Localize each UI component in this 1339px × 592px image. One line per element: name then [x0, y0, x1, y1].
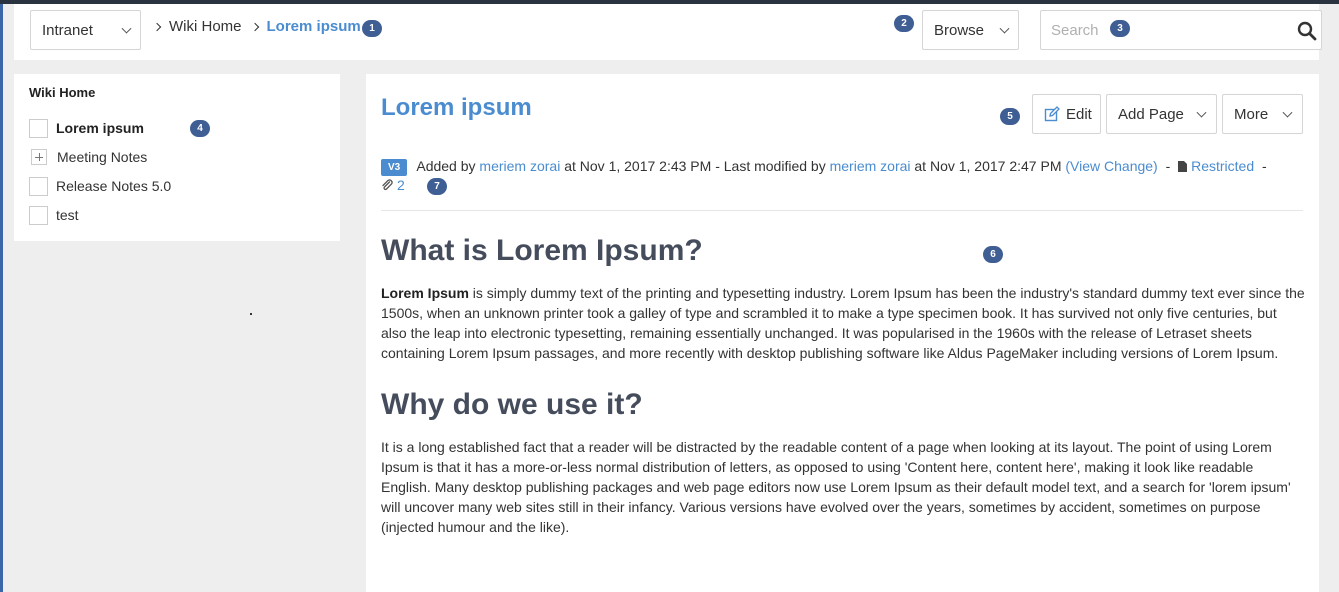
- annotation-badge-4: 4: [190, 120, 210, 137]
- annotation-badge-1: 1: [362, 20, 382, 37]
- tree-node-icon: [29, 118, 48, 138]
- expand-plus-icon[interactable]: [31, 149, 47, 165]
- annotation-badge-7: 7: [427, 178, 447, 195]
- edit-button-label: Edit: [1066, 105, 1092, 123]
- restricted-link[interactable]: Restricted: [1191, 158, 1254, 174]
- stray-dot: [250, 313, 252, 315]
- bold-lead-text: Lorem Ipsum: [381, 285, 469, 301]
- annotation-badge-5: 5: [1000, 108, 1020, 125]
- add-page-button-label: Add Page: [1118, 105, 1184, 123]
- breadcrumb: Wiki Home Lorem ipsum: [152, 18, 361, 35]
- chevron-down-icon: [1282, 107, 1293, 118]
- breadcrumb-current-page[interactable]: Lorem ipsum: [267, 18, 361, 35]
- search-input[interactable]: [1041, 11, 1271, 49]
- space-select-value: Intranet: [42, 21, 93, 39]
- sidebar-item-label: test: [56, 207, 79, 223]
- more-button[interactable]: More: [1222, 94, 1303, 134]
- space-select[interactable]: Intranet: [30, 10, 141, 50]
- modifier-link[interactable]: meriem zorai: [830, 158, 911, 174]
- attachments-count: 2: [397, 177, 405, 193]
- added-by-text: Added by: [416, 158, 476, 174]
- section-heading: What is Lorem Ipsum?: [381, 234, 703, 267]
- meta-separator: -: [1262, 158, 1267, 174]
- browse-select-label: Browse: [934, 21, 985, 39]
- tree-node-icon: [29, 176, 48, 196]
- sidebar-item-lorem-ipsum[interactable]: Lorem ipsum: [29, 118, 144, 138]
- view-change-link[interactable]: (View Change): [1065, 158, 1157, 174]
- header-toolbar: Intranet Wiki Home Lorem ipsum 1 2 Brows…: [14, 4, 1322, 60]
- sidebar-item-label: Lorem ipsum: [56, 120, 144, 136]
- chevron-down-icon: [999, 23, 1010, 34]
- section-paragraph: It is a long established fact that a rea…: [381, 437, 1306, 537]
- sidebar-item-label: Release Notes 5.0: [56, 178, 172, 194]
- add-page-button[interactable]: Add Page: [1106, 94, 1217, 134]
- document-icon: [1178, 161, 1188, 172]
- sidebar-item-test[interactable]: test: [29, 205, 79, 225]
- paperclip-icon: [382, 179, 393, 191]
- main-content: Lorem ipsum 5 Edit Add Page More V3 Adde…: [366, 74, 1319, 592]
- sidebar-item-release-notes[interactable]: Release Notes 5.0: [29, 176, 171, 196]
- chevron-down-icon: [121, 23, 132, 34]
- chevron-down-icon: [1196, 107, 1207, 118]
- annotation-badge-6: 6: [983, 246, 1003, 263]
- search-icon[interactable]: [1297, 21, 1317, 41]
- version-badge[interactable]: V3: [381, 159, 408, 176]
- added-at-text: at Nov 1, 2017 2:43 PM - Last modified b…: [564, 158, 826, 174]
- search-box: [1040, 10, 1322, 50]
- section-heading: Why do we use it?: [381, 388, 643, 421]
- edit-button[interactable]: Edit: [1032, 94, 1101, 134]
- meta-separator: -: [1165, 158, 1171, 174]
- sidebar-title[interactable]: Wiki Home: [29, 85, 95, 100]
- attachments-link[interactable]: 2: [381, 177, 405, 193]
- browse-select[interactable]: Browse: [922, 10, 1019, 50]
- sidebar-item-label: Meeting Notes: [57, 149, 148, 165]
- paragraph-text: It is a long established fact that a rea…: [381, 439, 1291, 535]
- chevron-right-icon: [250, 22, 259, 31]
- sidebar-item-meeting-notes[interactable]: Meeting Notes: [29, 147, 147, 167]
- tree-node-icon: [29, 205, 48, 225]
- page-title: Lorem ipsum: [381, 94, 532, 121]
- author-link[interactable]: meriem zorai: [479, 158, 560, 174]
- modified-at-text: at Nov 1, 2017 2:47 PM: [914, 158, 1062, 174]
- paragraph-text: is simply dummy text of the printing and…: [381, 285, 1305, 361]
- content-divider: [381, 210, 1303, 211]
- annotation-badge-2: 2: [894, 15, 914, 32]
- left-edge-bar: [0, 4, 3, 592]
- sidebar-page-tree: Wiki Home Lorem ipsum 4 Meeting Notes Re…: [14, 74, 340, 241]
- chevron-right-icon: [152, 22, 162, 31]
- annotation-badge-3: 3: [1110, 20, 1130, 37]
- section-paragraph: Lorem Ipsum is simply dummy text of the …: [381, 283, 1306, 363]
- page-metadata: V3 Added by meriem zorai at Nov 1, 2017 …: [381, 156, 1306, 177]
- more-button-label: More: [1234, 105, 1269, 123]
- breadcrumb-wiki-home[interactable]: Wiki Home: [169, 18, 242, 35]
- edit-icon: [1044, 106, 1060, 122]
